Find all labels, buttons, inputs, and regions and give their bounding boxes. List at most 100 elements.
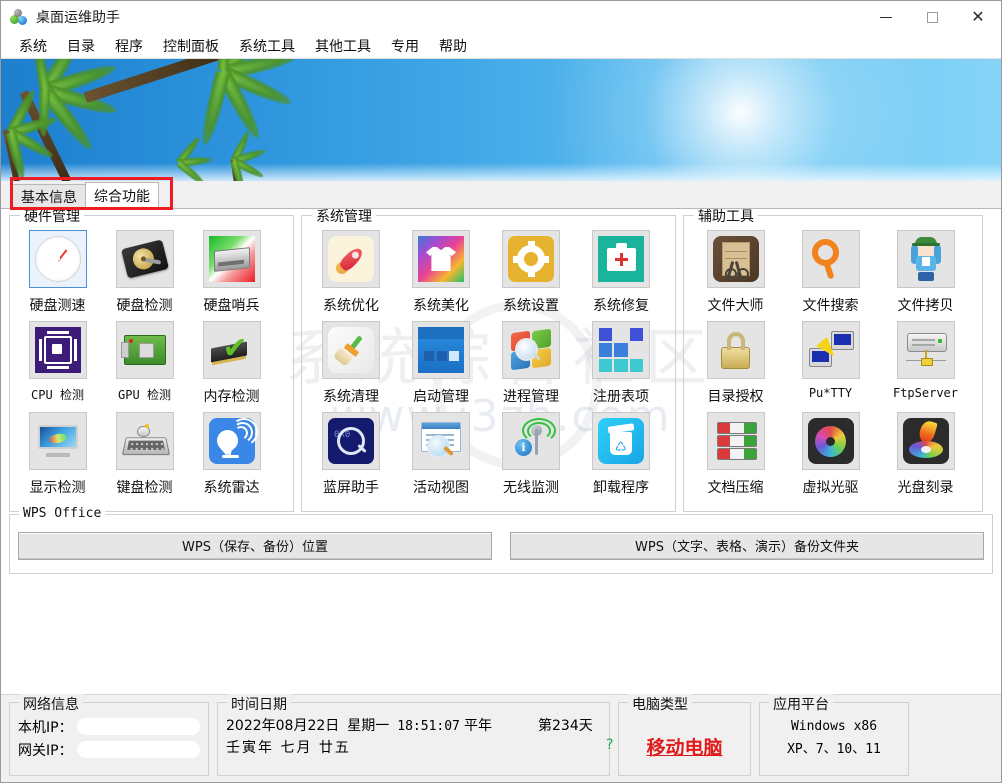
group-auxiliary-tools: 辅助工具 文件大师 文件搜索 文件拷贝 目录授权 Pu*TTY FtpServe… [683, 209, 983, 512]
current-clock: 18:51:07 [397, 719, 460, 734]
tile-process-manager-label: 进程管理 [503, 389, 559, 405]
gateway-ip-row: 网关IP： [18, 738, 200, 761]
current-date: 2022年08月22日 [226, 718, 340, 734]
tile-gpu-check[interactable]: GPU 检测 [101, 321, 188, 406]
menu-item-5[interactable]: 其他工具 [305, 34, 381, 58]
menu-item-2[interactable]: 程序 [105, 34, 153, 58]
gear-icon [502, 230, 560, 288]
wireless-signal-icon: i [502, 412, 560, 470]
tile-gpu-check-label: GPU 检测 [118, 388, 171, 402]
disk-speed-gauge-icon [28, 230, 87, 288]
tile-registry-entries-label: 注册表项 [593, 389, 649, 405]
tile-keyboard-check[interactable]: 键盘检测 [101, 412, 188, 497]
tile-system-clean[interactable]: 系统清理 [306, 321, 396, 406]
menu-item-4[interactable]: 系统工具 [229, 34, 305, 58]
tab-comprehensive-functions[interactable]: 综合功能 [85, 182, 159, 209]
tile-document-compress[interactable]: 文档压缩 [688, 412, 783, 497]
winrar-books-icon [706, 412, 765, 470]
tile-disk-check-label: 硬盘检测 [116, 298, 173, 314]
tile-disk-speed-label: 硬盘测速 [29, 298, 86, 314]
menu-item-7[interactable]: 帮助 [429, 34, 477, 58]
tile-disk-sentinel[interactable]: 硬盘哨兵 [188, 230, 275, 315]
tile-system-repair-label: 系统修复 [593, 298, 649, 314]
window-title: 桌面运维助手 [36, 10, 120, 26]
system-tile-grid: 系统优化 系统美化 系统设置 系统修复 系统清理 启动管理 进程管理 注册表项 … [306, 230, 671, 503]
close-button[interactable]: ✕ [955, 1, 1001, 33]
help-question-icon[interactable]: ? [606, 737, 613, 753]
tile-disk-speed[interactable]: 硬盘测速 [14, 230, 101, 315]
tile-system-beautify[interactable]: 系统美化 [396, 230, 486, 315]
disc-burn-flame-icon [896, 412, 955, 470]
status-network-title: 网络信息 [19, 694, 83, 714]
tile-system-clean-label: 系统清理 [323, 389, 379, 405]
menu-item-3[interactable]: 控制面板 [153, 34, 229, 58]
tile-system-radar[interactable]: 系统雷达 [188, 412, 275, 497]
tile-columns: 硬件管理 硬盘测速 硬盘检测 硬盘哨兵 CPU 检测 GPU 检测 ✔ 内存检测… [1, 209, 1001, 512]
memory-check-icon: ✔ [202, 321, 261, 379]
radar-dish-icon [202, 412, 261, 470]
group-auxiliary-title: 辅助工具 [694, 209, 758, 226]
tile-bluescreen-helper[interactable]: 0X0 蓝屏助手 [306, 412, 396, 497]
tile-ftp-server-label: FtpServer [892, 386, 959, 400]
tile-process-manager[interactable]: 进程管理 [486, 321, 576, 406]
tile-ftp-server[interactable]: FtpServer [878, 321, 973, 406]
broom-icon [322, 321, 380, 379]
tile-system-repair[interactable]: 系统修复 [576, 230, 666, 315]
tile-system-beautify-label: 系统美化 [413, 298, 469, 314]
tile-file-master[interactable]: 文件大师 [688, 230, 783, 315]
tile-display-check[interactable]: 显示检测 [14, 412, 101, 497]
gateway-ip-value [76, 741, 200, 758]
tile-file-copy-label: 文件拷贝 [897, 298, 954, 314]
tile-putty-label: Pu*TTY [808, 386, 853, 400]
tile-document-compress-label: 文档压缩 [707, 480, 764, 496]
title-bar: 桌面运维助手 ✕ [1, 1, 1001, 33]
medkit-icon [592, 230, 650, 288]
cpu-chip-icon [28, 321, 87, 379]
local-ip-row: 本机IP： [18, 715, 200, 738]
maximize-button[interactable] [909, 1, 955, 33]
tile-virtual-drive[interactable]: 虚拟光驱 [783, 412, 878, 497]
tile-cpu-check[interactable]: CPU 检测 [14, 321, 101, 406]
tile-activity-view-label: 活动视图 [413, 480, 469, 496]
tile-system-settings[interactable]: 系统设置 [486, 230, 576, 315]
tile-directory-authorization[interactable]: 目录授权 [688, 321, 783, 406]
tile-memory-check[interactable]: ✔ 内存检测 [188, 321, 275, 406]
tile-registry-entries[interactable]: 注册表项 [576, 321, 666, 406]
gpu-card-icon [115, 321, 174, 379]
status-network-group: 网络信息 本机IP： 网关IP： [9, 694, 209, 776]
tile-startup-manager[interactable]: 启动管理 [396, 321, 486, 406]
title-bar-left: 桌面运维助手 [1, 7, 120, 27]
tile-putty[interactable]: Pu*TTY [783, 321, 878, 406]
tile-disk-check[interactable]: 硬盘检测 [101, 230, 188, 315]
tab-basic-info[interactable]: 基本信息 [12, 184, 86, 209]
day-of-year: 第234天 [538, 718, 593, 734]
disk-sentinel-icon [202, 230, 261, 288]
tile-system-optimize[interactable]: 系统优化 [306, 230, 396, 315]
wps-office-title: WPS Office [19, 506, 106, 521]
year-type: 平年 [464, 718, 492, 734]
header-banner-image [1, 59, 1001, 181]
group-hardware-title: 硬件管理 [20, 209, 84, 226]
menu-item-0[interactable]: 系统 [9, 34, 57, 58]
tile-keyboard-check-label: 键盘检测 [116, 480, 173, 496]
tile-disc-burn[interactable]: 光盘刻录 [878, 412, 973, 497]
wps-save-backup-location-button[interactable]: WPS（保存、备份）位置 [18, 531, 492, 560]
tile-wireless-monitor[interactable]: i 无线监测 [486, 412, 576, 497]
menu-item-1[interactable]: 目录 [57, 34, 105, 58]
status-platform-title: 应用平台 [769, 694, 833, 714]
group-hardware-management: 硬件管理 硬盘测速 硬盘检测 硬盘哨兵 CPU 检测 GPU 检测 ✔ 内存检测… [9, 209, 294, 512]
tile-activity-view[interactable]: 活动视图 [396, 412, 486, 497]
local-ip-label: 本机IP： [18, 719, 73, 736]
status-bar: 网络信息 本机IP： 网关IP： 时间日期 2022年08月22日 星期一 18… [1, 694, 1001, 782]
tile-file-search[interactable]: 文件搜索 [783, 230, 878, 315]
tile-file-copy[interactable]: 文件拷贝 [878, 230, 973, 315]
app-window: 桌面运维助手 ✕ 系统 目录 程序 控制面板 系统工具 其他工具 专用 帮助 基… [0, 0, 1002, 783]
menu-item-6[interactable]: 专用 [381, 34, 429, 58]
minimize-button[interactable] [863, 1, 909, 33]
search-magnifier-icon [801, 230, 860, 288]
startup-window-icon [412, 321, 470, 379]
tile-file-search-label: 文件搜索 [802, 298, 859, 314]
tile-uninstall-programs[interactable]: ♺ 卸载程序 [576, 412, 666, 497]
window-controls: ✕ [863, 1, 1001, 33]
wps-backup-folder-button[interactable]: WPS（文字、表格、演示）备份文件夹 [510, 531, 984, 560]
